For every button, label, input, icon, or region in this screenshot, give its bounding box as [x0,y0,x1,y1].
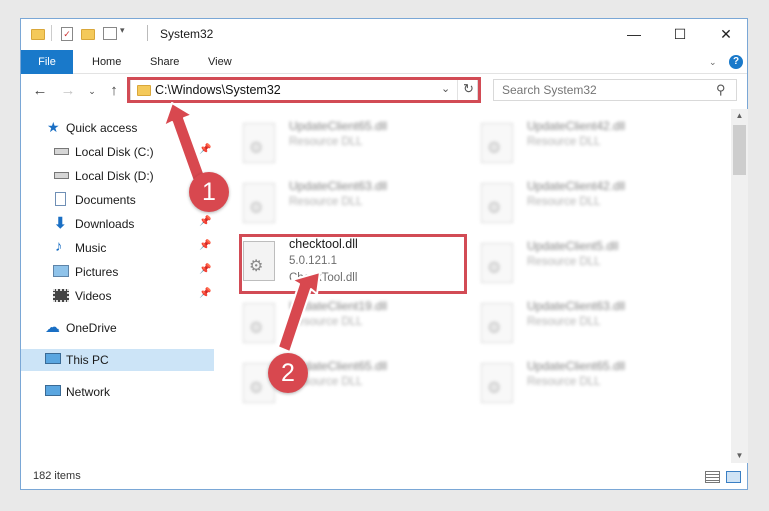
arrow-1 [163,102,206,182]
page: ✓ ▾ System32 — ☐ ✕ File Home Share View … [0,0,769,511]
annotation-arrows [163,102,321,353]
arrow-2 [277,271,321,353]
step-marker-1: 1 [189,172,229,212]
step-marker-2: 2 [268,353,308,393]
